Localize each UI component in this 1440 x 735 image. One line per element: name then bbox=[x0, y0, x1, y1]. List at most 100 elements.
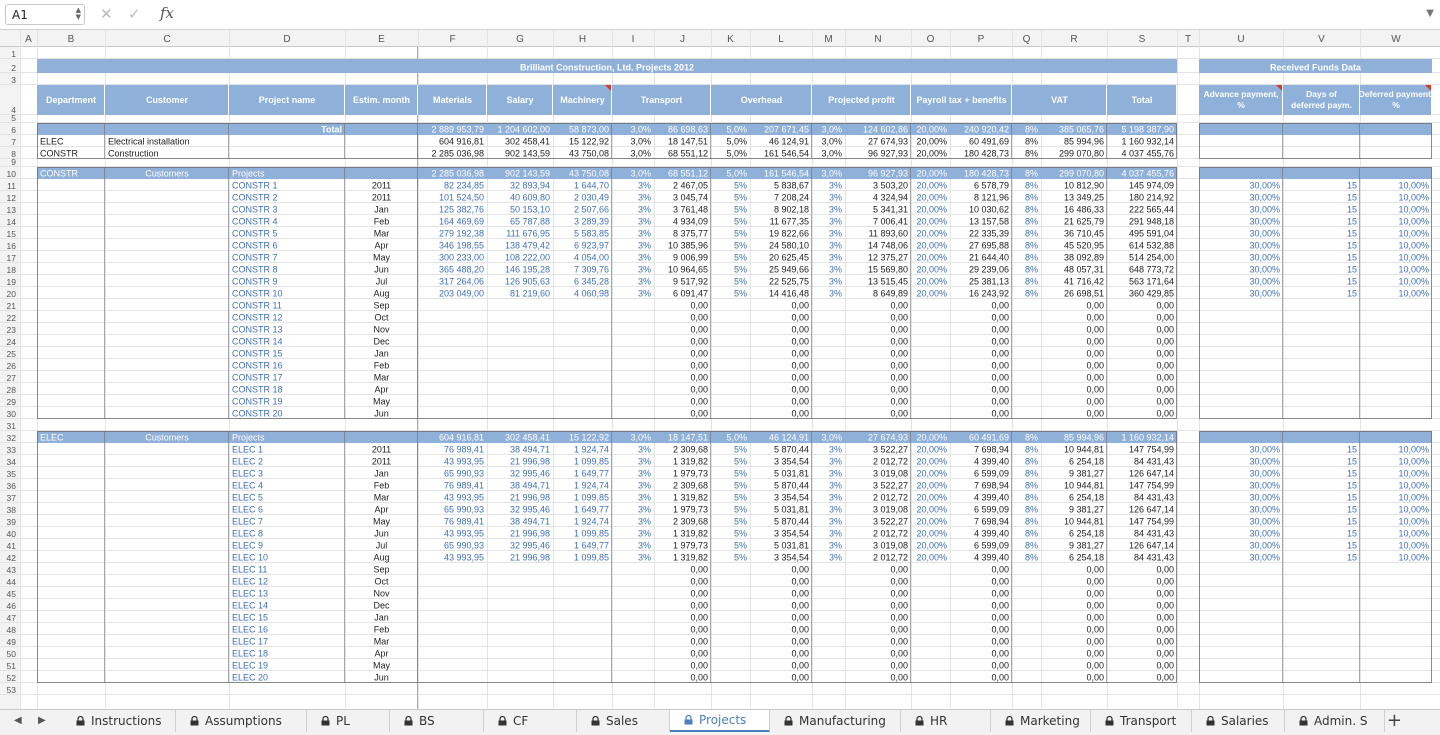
sheet-tab-sales[interactable]: Sales bbox=[577, 710, 670, 732]
project-name: ELEC 5 bbox=[232, 493, 263, 503]
lock-icon bbox=[498, 715, 507, 726]
value-I36: 3% bbox=[638, 481, 651, 491]
header-D: Project name bbox=[259, 95, 316, 105]
value-O10: 20,00% bbox=[916, 169, 947, 179]
value-L14: 11 677,35 bbox=[770, 217, 809, 227]
value-J24: 0,00 bbox=[690, 337, 708, 347]
sheet-tab-instructions[interactable]: Instructions bbox=[62, 710, 176, 732]
value-L48: 0,00 bbox=[791, 625, 809, 635]
column-header-W: W bbox=[1391, 34, 1401, 45]
confirm-icon[interactable]: ✓ bbox=[128, 5, 141, 23]
value-R23: 0,00 bbox=[1086, 325, 1104, 335]
value-I12: 3% bbox=[638, 193, 651, 203]
prev-sheet-icon[interactable]: ◀ bbox=[14, 715, 22, 726]
value-S48: 0,00 bbox=[1156, 625, 1174, 635]
value-R8: 299 070,80 bbox=[1059, 149, 1104, 159]
value-R51: 0,00 bbox=[1086, 661, 1104, 671]
funds-U15: 30,00% bbox=[1249, 229, 1280, 239]
value-N39: 3 522,27 bbox=[873, 517, 908, 527]
value-Q40: 8% bbox=[1025, 529, 1038, 539]
value-M15: 3% bbox=[829, 229, 842, 239]
sheet-tab-assumptions[interactable]: Assumptions bbox=[176, 710, 307, 732]
value-L26: 0,00 bbox=[791, 361, 809, 371]
value-Q20: 8% bbox=[1025, 289, 1038, 299]
sheet-tab-pl[interactable]: PL bbox=[307, 710, 390, 732]
value-N26: 0,00 bbox=[890, 361, 908, 371]
value-M10: 3,0% bbox=[821, 169, 842, 179]
value-G8: 902 143,59 bbox=[505, 149, 550, 159]
estim-month: May bbox=[373, 517, 391, 527]
project-name: ELEC 15 bbox=[232, 613, 268, 623]
value-M39: 3% bbox=[829, 517, 842, 527]
funds-V39: 15 bbox=[1347, 517, 1357, 527]
value-O19: 20,00% bbox=[916, 277, 947, 287]
formula-input[interactable] bbox=[184, 4, 1414, 25]
name-box-stepper-icon[interactable]: ▲ ▼ bbox=[76, 7, 81, 21]
formula-expand-icon[interactable]: ▼ bbox=[1426, 8, 1434, 19]
value-O13: 20,00% bbox=[916, 205, 947, 215]
sheet-tab-marketing[interactable]: Marketing bbox=[991, 710, 1091, 732]
value-S49: 0,00 bbox=[1156, 637, 1174, 647]
value-P32: 60 491,69 bbox=[969, 433, 1009, 443]
value-J23: 0,00 bbox=[690, 325, 708, 335]
cancel-icon[interactable]: ✕ bbox=[100, 5, 113, 23]
value-J11: 2 467,05 bbox=[673, 181, 708, 191]
function-icon[interactable]: fx bbox=[160, 4, 174, 22]
funds-V34: 15 bbox=[1347, 457, 1357, 467]
column-header-R: R bbox=[1070, 34, 1077, 45]
value-O20: 20,00% bbox=[916, 289, 947, 299]
funds-W15: 10,00% bbox=[1398, 229, 1429, 239]
block-border bbox=[1199, 431, 1432, 683]
next-sheet-icon[interactable]: ▶ bbox=[38, 715, 46, 726]
sheet-tab-cf[interactable]: CF bbox=[484, 710, 577, 732]
value-Q17: 8% bbox=[1025, 253, 1038, 263]
value-G7: 302 458,41 bbox=[505, 137, 550, 147]
row-header-35: 35 bbox=[7, 469, 17, 479]
project-name: ELEC 14 bbox=[232, 601, 268, 611]
value-J17: 9 006,99 bbox=[673, 253, 708, 263]
value-N37: 2 012,72 bbox=[873, 493, 908, 503]
value-P11: 6 578,79 bbox=[974, 181, 1009, 191]
value-J36: 2 309,68 bbox=[673, 481, 708, 491]
sheet-tab-admin-s[interactable]: Admin. S bbox=[1285, 710, 1385, 732]
value-L23: 0,00 bbox=[791, 325, 809, 335]
value-P20: 16 243,92 bbox=[969, 289, 1009, 299]
sheet-tab-salaries[interactable]: Salaries bbox=[1192, 710, 1285, 732]
row-header-46: 46 bbox=[7, 601, 17, 611]
row-header-30: 30 bbox=[7, 409, 17, 419]
sheet-tab-bs[interactable]: BS bbox=[390, 710, 484, 732]
value-S24: 0,00 bbox=[1156, 337, 1174, 347]
spreadsheet-app: { "formula_bar":{"cell_ref":"A1","formul… bbox=[0, 0, 1440, 735]
value-F18: 365 488,20 bbox=[439, 265, 484, 275]
add-sheet-button[interactable]: + bbox=[1387, 710, 1402, 731]
project-name: ELEC 7 bbox=[232, 517, 263, 527]
value-L29: 0,00 bbox=[791, 397, 809, 407]
value-G14: 65 787,88 bbox=[510, 217, 550, 227]
funds-V36: 15 bbox=[1347, 481, 1357, 491]
value-J20: 6 091,47 bbox=[673, 289, 708, 299]
value-F13: 125 382,76 bbox=[439, 205, 484, 215]
sheet-tab-projects[interactable]: Projects bbox=[670, 710, 770, 732]
sheet-tab-label: Transport bbox=[1120, 714, 1177, 728]
estim-month: Jun bbox=[374, 265, 389, 275]
sheet-tab-manufacturing[interactable]: Manufacturing bbox=[770, 710, 901, 732]
funds-V33: 15 bbox=[1347, 445, 1357, 455]
section-band-funds bbox=[1199, 167, 1432, 179]
sheet-grid[interactable]: A B C D E F G H I J K L M N O P Q R S T U V W 1 2 3 4 5 6 7 8 9 10 11 12 13… bbox=[0, 30, 1440, 709]
sheet-tab-transport[interactable]: Transport bbox=[1091, 710, 1192, 732]
sheet-tab-hr[interactable]: HR bbox=[901, 710, 991, 732]
project-name: ELEC 20 bbox=[232, 673, 268, 683]
value-Q19: 8% bbox=[1025, 277, 1038, 287]
value-Q36: 8% bbox=[1025, 481, 1038, 491]
estim-month: Jan bbox=[374, 613, 389, 623]
estim-month: 2011 bbox=[372, 457, 391, 467]
value-K37: 5% bbox=[734, 493, 747, 503]
value-H6: 58 873,00 bbox=[569, 125, 609, 135]
value-G18: 146 195,28 bbox=[505, 265, 550, 275]
funds-U42: 30,00% bbox=[1249, 553, 1280, 563]
value-L37: 3 354,54 bbox=[774, 493, 809, 503]
name-box[interactable]: A1 ▲ ▼ bbox=[5, 4, 85, 25]
value-S14: 291 948,18 bbox=[1129, 217, 1174, 227]
value-F15: 279 192,38 bbox=[439, 229, 484, 239]
value-S45: 0,00 bbox=[1156, 589, 1174, 599]
